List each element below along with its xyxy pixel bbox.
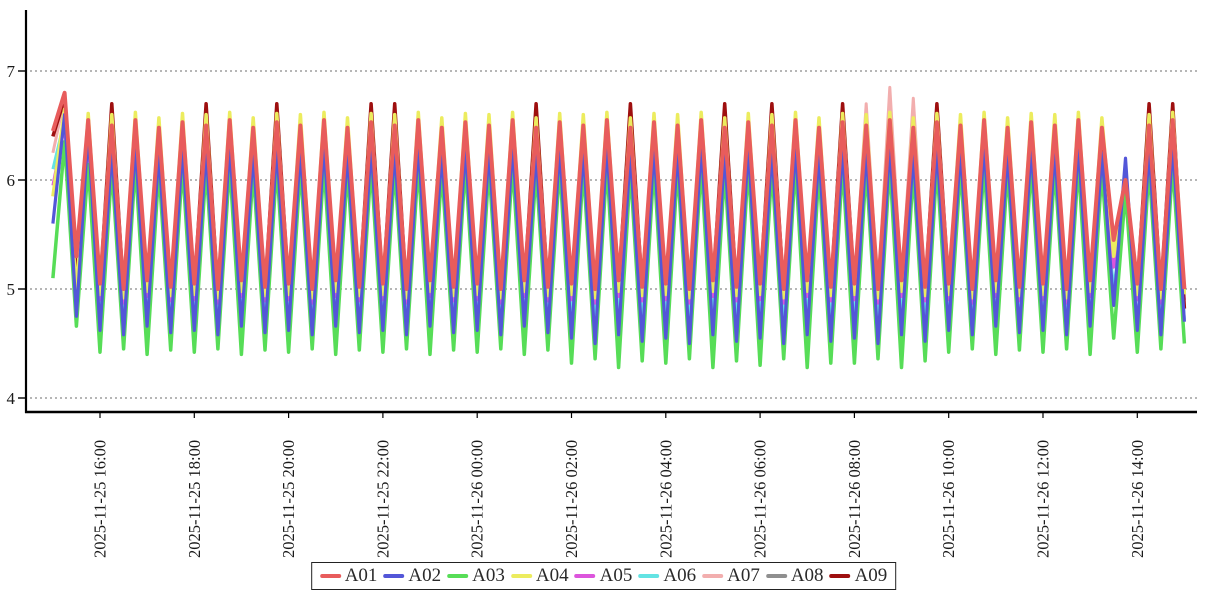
legend-swatch-a03	[447, 574, 468, 578]
legend-item-a01: A01	[320, 565, 378, 587]
x-axis-label-9: 2025-11-26 10:00	[939, 440, 958, 558]
legend-swatch-a08	[766, 574, 787, 578]
x-axis-label-3: 2025-11-25 22:00	[373, 440, 392, 558]
legend-item-a03: A03	[447, 565, 505, 587]
x-axis-label-6: 2025-11-26 04:00	[656, 440, 675, 558]
legend-swatch-a09	[830, 574, 851, 578]
legend-swatch-a01	[320, 574, 341, 578]
x-axis-label-8: 2025-11-26 08:00	[845, 440, 864, 558]
legend-label-a06: A06	[663, 565, 696, 587]
legend-item-a02: A02	[383, 565, 441, 587]
y-axis-label-4: 4	[7, 389, 16, 408]
legend-item-a08: A08	[766, 565, 824, 587]
x-axis-label-5: 2025-11-26 02:00	[562, 440, 581, 558]
y-axis-label-6: 6	[7, 171, 16, 190]
legend-label-a04: A04	[536, 565, 569, 587]
legend-item-a06: A06	[638, 565, 696, 587]
legend-label-a05: A05	[600, 565, 633, 587]
legend: A01 A02 A03 A04 A05 A06 A07 A08 A09	[311, 562, 897, 590]
legend-label-a02: A02	[408, 565, 441, 587]
y-axis-label-7: 7	[7, 62, 16, 81]
legend-swatch-a07	[702, 574, 723, 578]
x-axis-label-11: 2025-11-26 14:00	[1128, 440, 1147, 558]
legend-label-a08: A08	[791, 565, 824, 587]
legend-swatch-a06	[638, 574, 659, 578]
legend-label-a09: A09	[855, 565, 888, 587]
legend-item-a05: A05	[575, 565, 633, 587]
legend-item-a07: A07	[702, 565, 760, 587]
x-axis-label-7: 2025-11-26 06:00	[751, 440, 770, 558]
legend-swatch-a04	[511, 574, 532, 578]
chart-canvas: 7 6 5 4 2025-11-25 16:00 2025-11-25 18:00 2025…	[0, 0, 1207, 600]
legend-swatch-a02	[383, 574, 404, 578]
legend-item-a04: A04	[511, 565, 569, 587]
legend-label-a07: A07	[727, 565, 760, 587]
legend-label-a03: A03	[472, 565, 505, 587]
y-axis-label-5: 5	[7, 280, 16, 299]
legend-item-a09: A09	[830, 565, 888, 587]
x-axis-label-2: 2025-11-25 20:00	[279, 440, 298, 558]
x-axis-label-10: 2025-11-26 12:00	[1033, 440, 1052, 558]
legend-label-a01: A01	[345, 565, 378, 587]
x-axis-label-1: 2025-11-25 18:00	[185, 440, 204, 558]
x-axis-label-0: 2025-11-25 16:00	[90, 440, 109, 558]
legend-swatch-a05	[575, 574, 596, 578]
chart-svg: 7 6 5 4 2025-11-25 16:00 2025-11-25 18:00 2025…	[0, 0, 1207, 600]
x-axis-label-4: 2025-11-26 00:00	[468, 440, 487, 558]
